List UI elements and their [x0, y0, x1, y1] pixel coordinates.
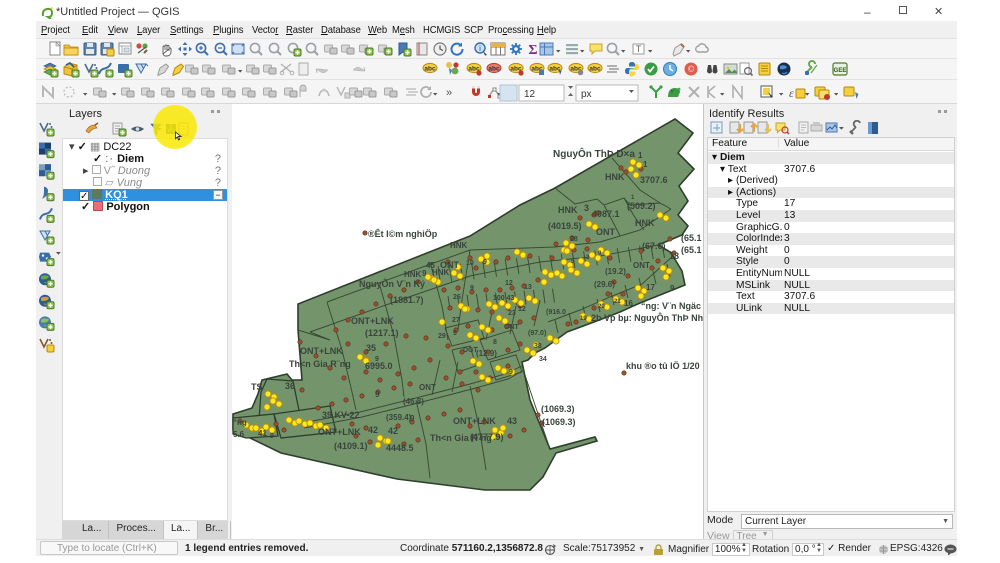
svg-text:»: »	[446, 87, 452, 99]
svg-text:42: 42	[368, 425, 378, 435]
svg-text:9: 9	[670, 284, 675, 293]
svg-text:abc: abc	[424, 66, 436, 73]
svg-text:(359.4): (359.4)	[386, 413, 412, 422]
svg-text:2b Vþ bµ: NguyÔn ThÞ Nh: 2b Vþ bµ: NguyÔn ThÞ Nh	[591, 312, 703, 323]
svg-text:(29.6): (29.6)	[594, 280, 615, 289]
svg-text:(65.1: (65.1	[681, 245, 702, 255]
svg-text:1: 1	[638, 151, 643, 160]
svg-text:HNK: HNK	[605, 172, 625, 182]
svg-text:khu ®o tû lÖ 1/20: khu ®o tû lÖ 1/20	[626, 361, 700, 371]
svg-text:abc: abc	[589, 66, 601, 73]
svg-text:T: T	[636, 44, 642, 54]
svg-text:12: 12	[518, 306, 526, 313]
svg-text:9: 9	[483, 259, 487, 266]
svg-text:28: 28	[570, 236, 578, 243]
svg-text:9: 9	[375, 356, 379, 363]
svg-text:NguyÔn V¨n Ký: NguyÔn V¨n Ký	[359, 278, 425, 289]
svg-text:39 KV-22: 39 KV-22	[322, 410, 360, 420]
svg-text:HNK: HNK	[404, 270, 422, 279]
svg-text:26: 26	[453, 294, 461, 301]
svg-text:4087.1: 4087.1	[592, 209, 620, 219]
svg-text:27: 27	[452, 317, 460, 324]
svg-text:©: ©	[688, 64, 695, 74]
svg-text:12: 12	[505, 280, 513, 287]
svg-text:4448.5: 4448.5	[386, 443, 414, 453]
svg-text:19: 19	[580, 316, 587, 322]
svg-text:9: 9	[509, 369, 513, 376]
svg-text:ONT+LNK: ONT+LNK	[453, 416, 496, 426]
svg-text:8: 8	[493, 339, 497, 346]
svg-text:9: 9	[410, 414, 415, 423]
svg-text:(509.2): (509.2)	[627, 201, 656, 211]
svg-text:(4019.5): (4019.5)	[548, 221, 582, 231]
svg-text:36: 36	[285, 381, 295, 391]
svg-text:29: 29	[438, 333, 446, 340]
svg-text:®Êt l©m nghiÖp: ®Êt l©m nghiÖp	[368, 228, 438, 239]
svg-text:5.6: 5.6	[233, 430, 245, 439]
svg-text:16: 16	[624, 299, 633, 308]
svg-text:(1217.1): (1217.1)	[365, 328, 399, 338]
svg-text:TS: TS	[251, 382, 263, 392]
svg-text:(67.6): (67.6)	[642, 241, 666, 251]
svg-text:17: 17	[646, 283, 655, 292]
svg-text:(12.9): (12.9)	[476, 349, 497, 358]
svg-text:HNK: HNK	[432, 268, 450, 277]
svg-text:(1069.3): (1069.3)	[541, 404, 575, 414]
svg-text:3707.6: 3707.6	[640, 175, 668, 185]
svg-text:ONT+LNK: ONT+LNK	[351, 316, 394, 326]
svg-text:9: 9	[422, 269, 427, 278]
svg-text:HNK: HNK	[558, 205, 578, 215]
svg-text:9: 9	[270, 433, 274, 440]
svg-text:9: 9	[453, 330, 457, 337]
svg-text:ONT: ONT	[504, 324, 520, 331]
svg-text:9: 9	[375, 390, 380, 399]
svg-text:3: 3	[584, 203, 589, 213]
svg-text:42: 42	[388, 426, 398, 436]
svg-text:abc: abc	[488, 66, 500, 73]
svg-text:38: 38	[534, 343, 542, 350]
svg-text:13: 13	[524, 284, 532, 291]
svg-text:12: 12	[524, 89, 536, 100]
svg-text:ONT: ONT	[596, 227, 616, 237]
svg-text:100 43: 100 43	[493, 295, 515, 302]
svg-text:Σ: Σ	[528, 43, 537, 58]
svg-text:20: 20	[598, 304, 605, 310]
svg-text:(4109.1): (4109.1)	[334, 441, 368, 451]
svg-text:(46.8): (46.8)	[403, 397, 424, 406]
svg-text:“ng: V¨n Ngäc: “ng: V¨n Ngäc	[641, 301, 701, 311]
svg-text:ONT+LNK: ONT+LNK	[300, 346, 343, 356]
svg-text:35: 35	[366, 343, 376, 353]
svg-text:1: 1	[643, 160, 648, 169]
svg-text:ONT: ONT	[419, 383, 436, 392]
svg-text:(19.2): (19.2)	[605, 267, 626, 276]
svg-text:HNK: HNK	[635, 218, 655, 228]
svg-text:GEE: GEE	[834, 68, 847, 74]
svg-text:“ng: “ng	[233, 418, 247, 427]
svg-text:34: 34	[539, 356, 547, 363]
svg-text:i: i	[479, 44, 481, 53]
svg-text:ε: ε	[789, 86, 794, 100]
svg-text:9: 9	[470, 285, 474, 292]
svg-text:(65.1: (65.1	[681, 233, 702, 243]
svg-text:ONT: ONT	[633, 261, 650, 270]
svg-text:abc: abc	[549, 66, 561, 73]
svg-text:ONT+LNK: ONT+LNK	[318, 427, 361, 437]
svg-text:(1069.3): (1069.3)	[542, 417, 576, 427]
svg-text:(4777.9): (4777.9)	[470, 432, 504, 442]
svg-text:HNK: HNK	[450, 241, 468, 250]
svg-text:18: 18	[669, 251, 679, 261]
svg-text:23: 23	[508, 310, 516, 317]
svg-text:(916.0: (916.0	[546, 309, 566, 316]
svg-text:NguyÔn ThÞ D×a: NguyÔn ThÞ D×a	[553, 147, 635, 160]
svg-text:21: 21	[614, 299, 621, 305]
svg-text:(1881.7): (1881.7)	[390, 295, 424, 305]
svg-text:10: 10	[466, 260, 474, 267]
svg-text:43: 43	[507, 416, 517, 426]
svg-text:(97.0): (97.0)	[528, 330, 546, 337]
svg-text:Th<n Gia R¨ng: Th<n Gia R¨ng	[289, 359, 351, 369]
svg-text:px: px	[581, 89, 592, 100]
svg-text:41: 41	[258, 429, 267, 438]
